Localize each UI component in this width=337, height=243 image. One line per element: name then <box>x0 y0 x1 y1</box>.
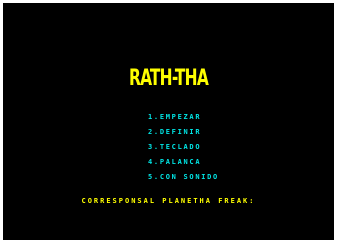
footer-credit: CORRESPONSAL PLANETHA FREAK: <box>81 197 256 205</box>
screen-border: RATH-THA 1.EMPEZAR 2.DEFINIR 3.TECLADO 4… <box>0 0 337 243</box>
main-menu: 1.EMPEZAR 2.DEFINIR 3.TECLADO 4.PALANCA … <box>148 113 219 188</box>
game-title: RATH-THA <box>128 66 209 91</box>
menu-item-definir[interactable]: 2.DEFINIR <box>148 128 219 143</box>
menu-item-teclado[interactable]: 3.TECLADO <box>148 143 219 158</box>
menu-item-empezar[interactable]: 1.EMPEZAR <box>148 113 219 128</box>
game-display: RATH-THA 1.EMPEZAR 2.DEFINIR 3.TECLADO 4… <box>3 3 334 240</box>
menu-item-con-sonido[interactable]: 5.CON SONIDO <box>148 173 219 188</box>
menu-item-palanca[interactable]: 4.PALANCA <box>148 158 219 173</box>
